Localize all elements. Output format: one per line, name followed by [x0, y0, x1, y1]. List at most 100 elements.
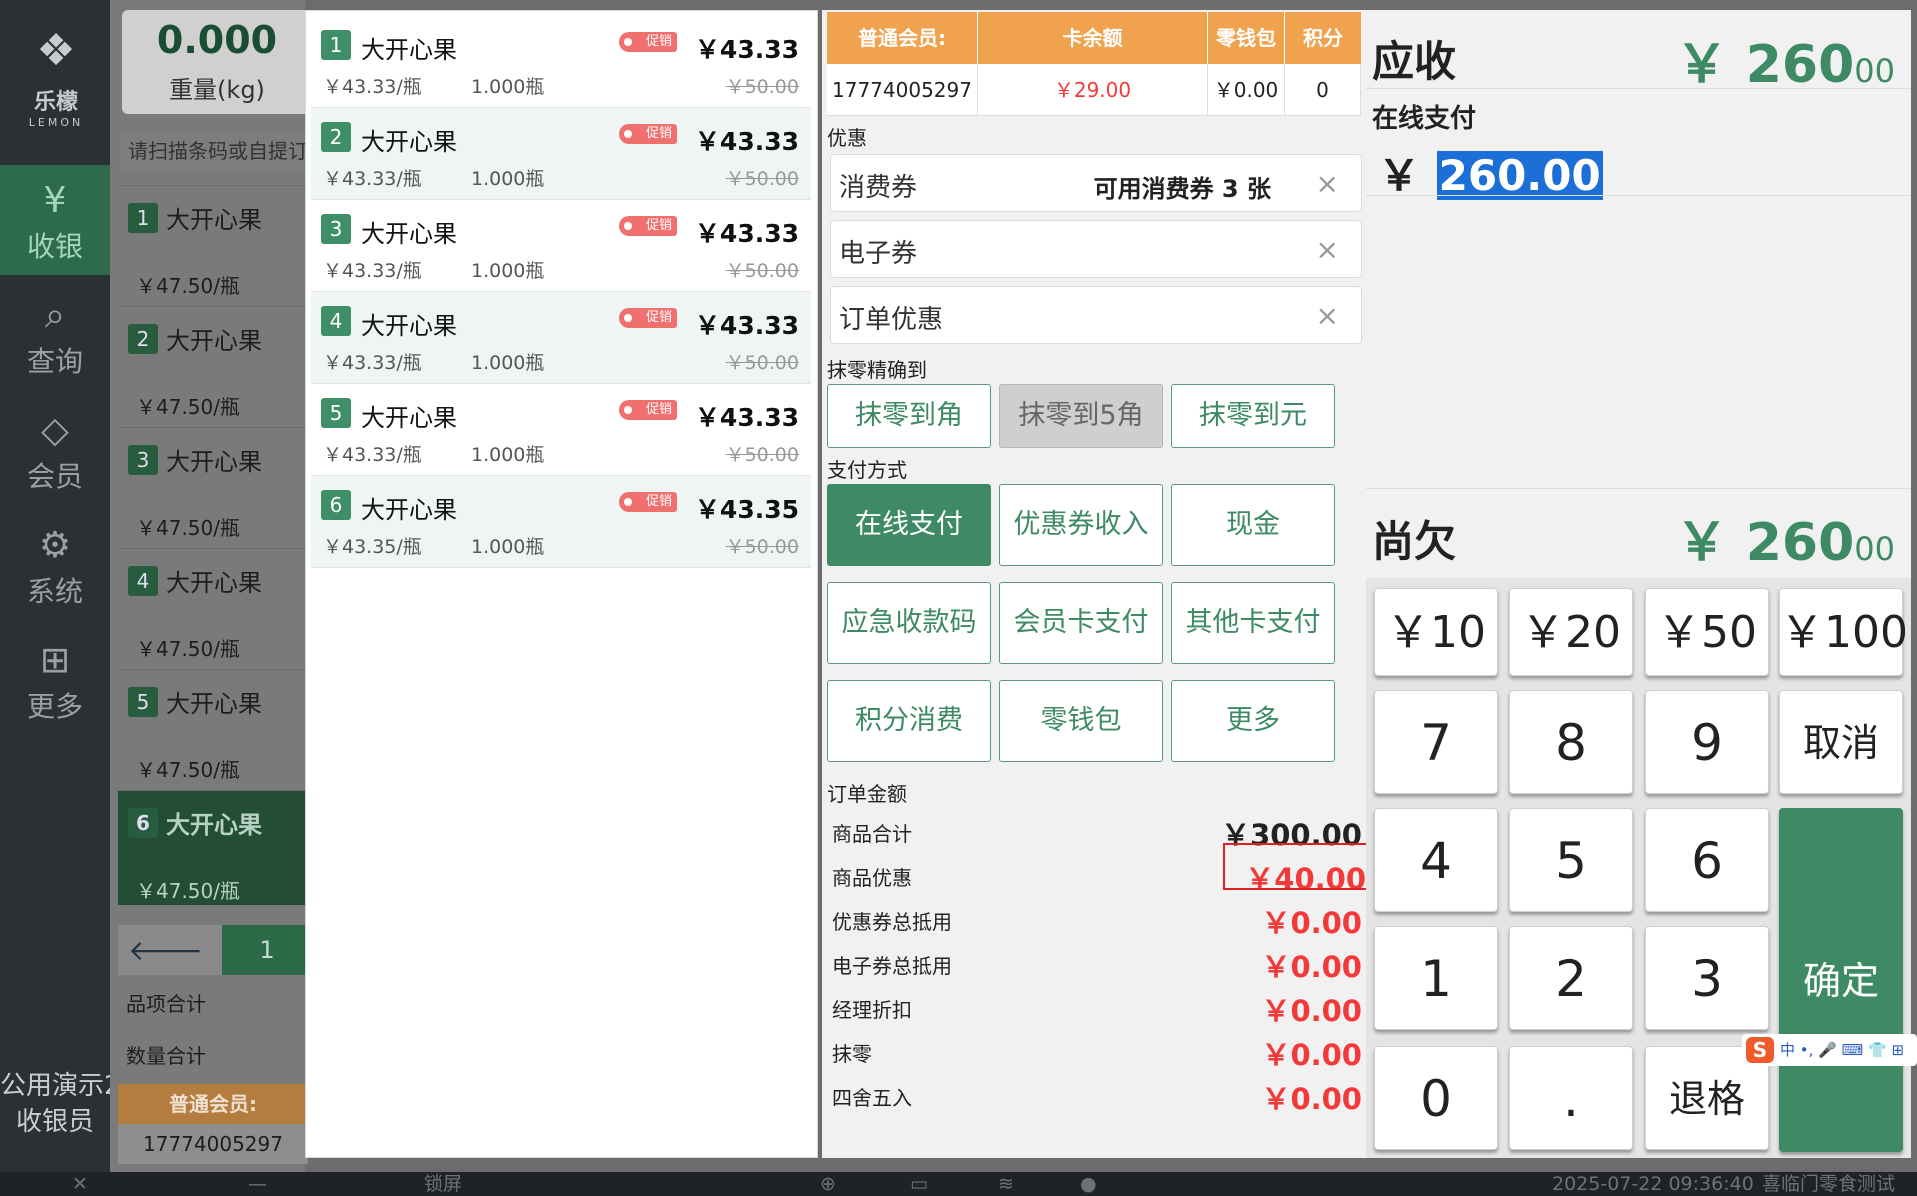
sidebar: ❖ 乐檬 LEMON ¥ 收银 ⌕ 查询 ◇ 会员 ⚙ 系统 ⊞ 更多 公用演示… [0, 0, 110, 1172]
receivable-dec: 00 [1854, 52, 1895, 90]
item-qty: 1.000瓶 [471, 352, 545, 374]
item-number: 5 [321, 398, 351, 428]
qty-total-label: 数量合计 [126, 1044, 206, 1068]
minimize-icon[interactable]: — [248, 1172, 267, 1196]
order-discount-row[interactable]: 订单优惠 × [830, 286, 1362, 344]
key-7[interactable]: 7 [1374, 690, 1498, 794]
close-icon[interactable]: × [1316, 233, 1339, 266]
item-name: 大开心果 [166, 327, 262, 355]
key-9[interactable]: 9 [1645, 690, 1769, 794]
close-icon[interactable]: ✕ [72, 1172, 88, 1196]
order-row-e-coupon: 电子券总抵用 ￥0.00 [832, 944, 1362, 984]
key-6[interactable]: 6 [1645, 808, 1769, 912]
item-number: 4 [321, 306, 351, 336]
key-8[interactable]: 8 [1509, 690, 1633, 794]
member-header: 普通会员: [827, 12, 978, 64]
cart-item[interactable]: 3 大开心果 促销 ￥43.33 ￥43.33/瓶 1.000瓶 ￥50.00 [311, 200, 811, 292]
cart-item[interactable]: 6 大开心果 促销 ￥43.35 ￥43.35/瓶 1.000瓶 ￥50.00 [311, 476, 811, 568]
list-item-selected[interactable]: 6 大开心果 ￥47.50/瓶 [118, 790, 308, 905]
round-half-yuan-button[interactable]: 抹零到5角 [999, 384, 1163, 448]
item-price: ￥43.33 [694, 35, 799, 64]
key-2[interactable]: 2 [1509, 926, 1633, 1030]
list-item[interactable]: 2 大开心果 ￥47.50/瓶 [118, 306, 308, 421]
ime-tools: 中 •, 🎤 ⌨ 👕 ⊞ [1780, 1041, 1905, 1059]
order-discount-label: 订单优惠 [839, 305, 944, 335]
key-0[interactable]: 0 [1374, 1046, 1498, 1150]
key-3[interactable]: 3 [1645, 926, 1769, 1030]
lemon-logo-icon: ❖ [36, 25, 76, 76]
list-item[interactable]: 5 大开心果 ￥47.50/瓶 [118, 669, 308, 784]
nav-more[interactable]: ⊞ 更多 [0, 625, 110, 735]
pay-coupon-income-button[interactable]: 优惠券收入 [999, 484, 1163, 566]
pay-cash-button[interactable]: 现金 [1171, 484, 1335, 566]
cart-item[interactable]: 4 大开心果 促销 ￥43.33 ￥43.33/瓶 1.000瓶 ￥50.00 [311, 292, 811, 384]
row-label: 经理折扣 [832, 998, 912, 1022]
pay-online-button[interactable]: 在线支付 [827, 484, 991, 566]
cart-item[interactable]: 5 大开心果 促销 ￥43.33 ￥43.33/瓶 1.000瓶 ￥50.00 [311, 384, 811, 476]
key-dot[interactable]: . [1509, 1046, 1633, 1150]
coupon-row[interactable]: 消费券 可用消费券 3 张 × [830, 154, 1362, 212]
key-4[interactable]: 4 [1374, 808, 1498, 912]
item-qty: 1.000瓶 [471, 76, 545, 98]
pay-other-card-button[interactable]: 其他卡支付 [1171, 582, 1335, 664]
promo-tag: 促销 [619, 216, 677, 236]
store-info: 公用演示2 收银员 [0, 1068, 110, 1140]
cart-item[interactable]: 2 大开心果 促销 ￥43.33 ￥43.33/瓶 1.000瓶 ￥50.00 [311, 108, 811, 200]
close-icon[interactable]: × [1316, 167, 1339, 200]
arrow-left-icon[interactable]: 🡐 [128, 933, 203, 967]
nav-cashier[interactable]: ¥ 收银 [0, 165, 110, 275]
online-pay-input[interactable]: ￥ 260.00 [1376, 142, 1603, 203]
ime-toolbar[interactable]: S 中 •, 🎤 ⌨ 👕 ⊞ [1742, 1034, 1917, 1066]
lock-screen-button[interactable]: 锁屏 [424, 1172, 462, 1196]
cart-item[interactable]: 1 大开心果 促销 ￥43.33 ￥43.33/瓶 1.000瓶 ￥50.00 [311, 16, 811, 108]
quick-100-button[interactable]: ￥100 [1779, 588, 1908, 676]
online-pay-value[interactable]: 260.00 [1436, 151, 1603, 200]
key-1[interactable]: 1 [1374, 926, 1498, 1030]
pay-member-card-button[interactable]: 会员卡支付 [999, 582, 1163, 664]
unit-price: ￥43.33/瓶 [323, 260, 422, 282]
quick-50-button[interactable]: ￥50 [1645, 588, 1769, 676]
item-name: 大开心果 [166, 448, 262, 476]
row-value: ￥0.00 [1261, 950, 1362, 984]
unit-price: ￥43.33/瓶 [323, 352, 422, 374]
row-value: ￥0.00 [1261, 906, 1362, 940]
pager: 🡐 1 [118, 925, 312, 975]
page-number[interactable]: 1 [222, 925, 312, 975]
e-coupon-label: 电子券 [839, 239, 918, 269]
item-price: ￥43.35 [694, 495, 799, 524]
weight-display: 0.000 重量(kg) [122, 10, 312, 114]
item-number: 4 [128, 565, 158, 596]
item-price: ￥47.50/瓶 [136, 637, 240, 661]
item-number: 1 [321, 30, 351, 60]
row-label: 电子券总抵用 [832, 954, 952, 978]
pay-more-button[interactable]: 更多 [1171, 680, 1335, 762]
cancel-button[interactable]: 取消 [1779, 690, 1903, 794]
pay-emergency-qr-button[interactable]: 应急收款码 [827, 582, 991, 664]
row-value: ￥0.00 [1261, 994, 1362, 1028]
pay-wallet-button[interactable]: 零钱包 [999, 680, 1163, 762]
original-price: ￥50.00 [725, 444, 799, 466]
quick-10-button[interactable]: ￥10 [1374, 588, 1498, 676]
round-jiao-button[interactable]: 抹零到角 [827, 384, 991, 448]
owed-dec: 00 [1854, 530, 1895, 568]
list-item[interactable]: 3 大开心果 ￥47.50/瓶 [118, 427, 308, 542]
list-item[interactable]: 4 大开心果 ￥47.50/瓶 [118, 548, 308, 663]
key-5[interactable]: 5 [1509, 808, 1633, 912]
round-yuan-button[interactable]: 抹零到元 [1171, 384, 1335, 448]
barcode-input[interactable]: 请扫描条码或自提订 [120, 130, 310, 172]
online-pay-label: 在线支付 [1372, 104, 1477, 134]
list-item[interactable]: 1 大开心果 ￥47.50/瓶 [118, 185, 308, 300]
confirm-button[interactable]: 确定 [1779, 808, 1903, 1152]
pay-points-button[interactable]: 积分消费 [827, 680, 991, 762]
close-icon[interactable]: × [1316, 299, 1339, 332]
nav-query[interactable]: ⌕ 查询 [0, 280, 110, 390]
nav-system[interactable]: ⚙ 系统 [0, 510, 110, 620]
nav-label: 收银 [26, 230, 83, 263]
row-label: 商品合计 [832, 822, 912, 846]
quick-20-button[interactable]: ￥20 [1509, 588, 1633, 676]
e-coupon-row[interactable]: 电子券 × [830, 220, 1362, 278]
item-name: 大开心果 [166, 811, 262, 839]
order-row-rounding: 抹零 ￥0.00 [832, 1032, 1362, 1072]
nav-member[interactable]: ◇ 会员 [0, 395, 110, 505]
cart-list: 1 大开心果 促销 ￥43.33 ￥43.33/瓶 1.000瓶 ￥50.00 2 大开心果 促销… [305, 10, 818, 1158]
